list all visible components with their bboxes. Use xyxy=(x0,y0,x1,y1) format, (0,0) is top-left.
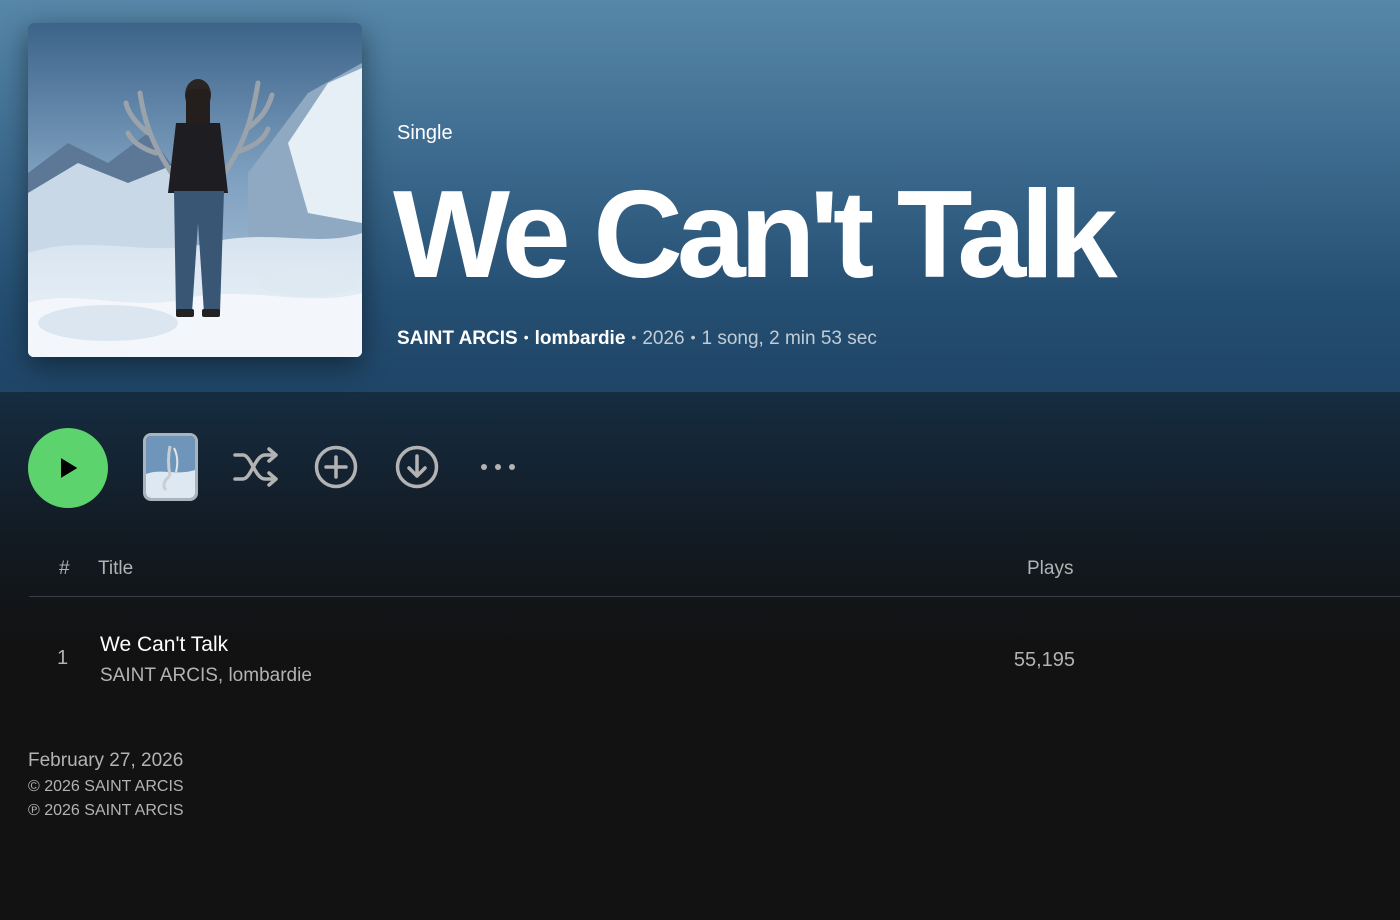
action-bar-background xyxy=(0,392,1400,642)
artist-link-saint-arcis[interactable]: SAINT ARCIS xyxy=(397,328,518,349)
separator-dot: • xyxy=(631,329,637,345)
track-title[interactable]: We Can't Talk xyxy=(100,633,228,657)
separator-dot: • xyxy=(690,329,696,345)
phonographic-copyright-notice: ℗ 2026 SAINT ARCIS xyxy=(28,802,184,819)
track-artists[interactable]: SAINT ARCIS, lombardie xyxy=(100,665,312,687)
album-summary: 1 song, 2 min 53 sec xyxy=(701,328,877,349)
separator-dot: • xyxy=(523,329,529,345)
play-icon xyxy=(61,458,78,478)
more-options-icon xyxy=(481,464,515,470)
preview-thumbnail-button[interactable] xyxy=(143,433,198,501)
release-type-label: Single xyxy=(397,122,453,144)
album-cover-art xyxy=(28,23,362,357)
album-page: Single We Can't Talk SAINT ARCIS • lombard… xyxy=(0,0,1400,920)
add-circle-icon xyxy=(314,445,358,489)
track-play-count: 55,195 xyxy=(1013,649,1075,671)
release-year: 2026 xyxy=(642,328,685,349)
album-meta: SAINT ARCIS • lombardie • 2026 • 1 song, 2 min… xyxy=(397,328,877,350)
shuffle-button[interactable] xyxy=(233,444,279,490)
play-button[interactable] xyxy=(28,428,108,508)
cover-thumbnail xyxy=(146,436,195,498)
album-title: We Can't Talk xyxy=(393,166,1118,304)
shuffle-icon xyxy=(233,447,278,487)
column-header-number: # xyxy=(59,558,70,579)
column-header-title[interactable]: Title xyxy=(98,558,133,580)
more-options-button[interactable] xyxy=(475,444,521,490)
artist-link-lombardie[interactable]: lombardie xyxy=(535,328,626,349)
release-date: February 27, 2026 xyxy=(28,750,184,771)
download-button[interactable] xyxy=(394,444,440,490)
cover-illustration xyxy=(28,23,362,357)
add-to-library-button[interactable] xyxy=(313,444,359,490)
copyright-notice: © 2026 SAINT ARCIS xyxy=(28,778,184,795)
column-header-plays[interactable]: Plays xyxy=(1027,558,1073,580)
download-icon xyxy=(395,445,439,489)
track-row[interactable]: 1 We Can't Talk SAINT ARCIS, lombardie 5… xyxy=(29,622,1400,698)
table-divider xyxy=(29,596,1400,597)
track-number: 1 xyxy=(57,647,69,669)
